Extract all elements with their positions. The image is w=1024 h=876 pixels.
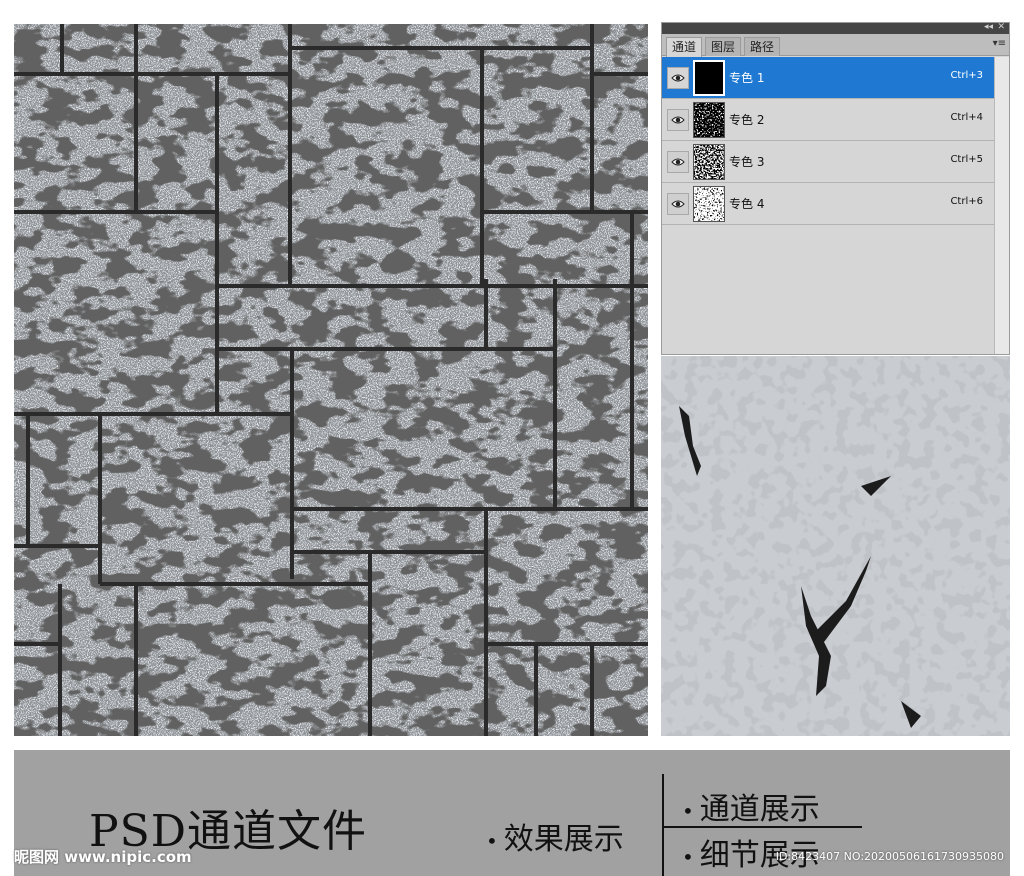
channel-row[interactable]: 专色 4 Ctrl+6 [662,183,995,225]
channel-name: 专色 2 [729,113,765,127]
channels-panel: ◂◂ ✕ 通道 图层 路径 ▾≡ 专色 1 Ctrl+3 专色 2 Ctrl+4… [661,22,1010,355]
visibility-eye-icon[interactable] [667,151,689,173]
channel-thumbnail [693,102,725,138]
visibility-eye-icon[interactable] [667,67,689,89]
close-icon[interactable]: ✕ [997,21,1005,34]
tab-paths[interactable]: 路径 [744,37,781,56]
panel-scrollbar[interactable] [994,57,1009,354]
channel-thumbnail [693,60,725,96]
channel-list: 专色 1 Ctrl+3 专色 2 Ctrl+4 专色 3 Ctrl+5 专色 4… [662,57,995,225]
channel-name: 专色 3 [729,155,765,169]
channel-display-label: • 通道展示 [682,784,820,828]
visibility-eye-icon[interactable] [667,109,689,131]
panel-menu-icon[interactable]: ▾≡ [993,38,1006,49]
bullet-icon: • [486,829,498,853]
bottom-banner: PSD通道文件 • 效果展示 • 通道展示 • 细节展示 昵图网 www.nipic.… [14,750,1010,876]
tab-channels[interactable]: 通道 [666,37,703,57]
tab-layers[interactable]: 图层 [705,37,742,56]
channel-name: 专色 1 [729,71,765,85]
channel-name: 专色 4 [729,197,765,211]
channel-shortcut: Ctrl+4 [950,112,983,123]
channel-row[interactable]: 专色 3 Ctrl+5 [662,141,995,183]
panel-tabbar: 通道 图层 路径 ▾≡ [662,34,1009,57]
channel-thumbnail [693,186,725,222]
divider-vertical [662,774,664,876]
texture-detail-zoom [661,356,1010,736]
texture-detail-image [661,356,1010,736]
page: ◂◂ ✕ 通道 图层 路径 ▾≡ 专色 1 Ctrl+3 专色 2 Ctrl+4… [0,0,1024,876]
channel-shortcut: Ctrl+6 [950,196,983,207]
channel-display-text: 通道展示 [699,792,820,827]
channel-shortcut: Ctrl+5 [950,154,983,165]
channel-thumbnail [693,144,725,180]
collapse-icon[interactable]: ◂◂ [984,21,993,34]
channel-shortcut: Ctrl+3 [950,70,983,81]
panel-titlebar: ◂◂ ✕ [662,21,1009,34]
bullet-icon: • [682,799,694,823]
bullet-icon: • [682,845,694,869]
watermark-site: 昵图网 www.nipic.com [14,848,192,866]
stone-texture-preview [14,24,648,736]
watermark-id: ID:8423407 NO:20200506161730935080 [775,850,1004,863]
effect-display-label: • 效果展示 [486,814,624,858]
channel-row[interactable]: 专色 2 Ctrl+4 [662,99,995,141]
effect-display-text: 效果展示 [503,822,624,857]
visibility-eye-icon[interactable] [667,193,689,215]
channel-row[interactable]: 专色 1 Ctrl+3 [662,57,995,99]
stone-texture-image [14,24,648,736]
